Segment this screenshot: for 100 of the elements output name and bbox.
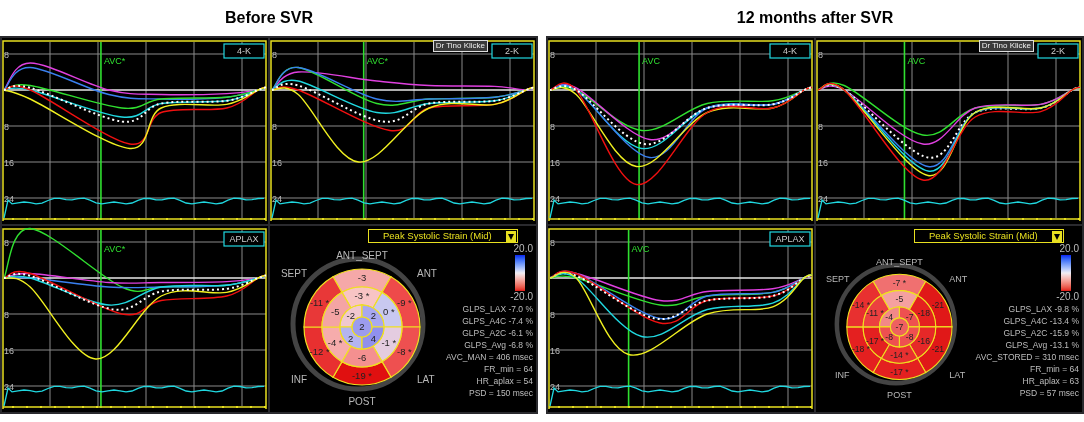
segment-value: 4	[370, 332, 376, 344]
segment-value: -7	[895, 322, 904, 333]
statistic-text: GLPS_LAX -7.0 %	[462, 303, 533, 315]
segment-value: -2	[346, 310, 355, 322]
avc-marker-label: AVC*	[103, 56, 126, 66]
statistic-text: PSD = 57 msec	[1019, 387, 1079, 399]
view-dropdown[interactable]: Peak Systolic Strain (Mid)	[368, 229, 518, 243]
segment-value: -18	[917, 308, 930, 318]
statistic-text: GLPS_Avg -6.8 %	[464, 339, 533, 351]
statistic-text: HR_aplax = 54	[476, 375, 533, 387]
segment-value: -5	[895, 293, 904, 304]
axis-tick-label: 8	[818, 122, 823, 132]
segment-value: 2	[348, 332, 354, 344]
statistic-text: FR_min = 64	[1030, 363, 1079, 375]
segment-value: 0 *	[383, 306, 395, 317]
segment-value: -17 *	[890, 366, 909, 377]
direction-label: INF	[835, 369, 850, 380]
segment-value: -12 *	[309, 346, 330, 357]
view-dropdown[interactable]: Peak Systolic Strain (Mid)	[914, 229, 1064, 243]
avc-marker-label: AVC	[642, 56, 660, 66]
statistic-text: GLPS_LAX -9.8 %	[1008, 303, 1079, 315]
avc-marker-label: AVC	[907, 56, 926, 66]
segment-value: -17 *	[866, 336, 885, 347]
statistic-text: GLPS_A2C -15.9 %	[1003, 327, 1079, 339]
axis-tick-label: 8	[4, 310, 9, 320]
avc-marker-label: AVC	[631, 244, 650, 254]
segment-value: -8 *	[397, 346, 412, 357]
segment-value: -9 *	[397, 297, 412, 308]
axis-tick-label: 16	[818, 158, 828, 168]
statistic-text: PSD = 150 msec	[469, 387, 533, 399]
statistic-text: GLPS_A2C -6.1 %	[462, 327, 533, 339]
axis-tick-label: 16	[272, 158, 282, 168]
panel-title: Before SVR	[224, 8, 314, 28]
segment-value: -1 *	[381, 337, 397, 348]
statistic-text: GLPS_Avg -13.1 %	[1005, 339, 1079, 351]
segment-value: -4 *	[327, 337, 343, 348]
operator-label: Dr Tino Klicke	[978, 40, 1034, 52]
segment-value: -21	[931, 299, 945, 310]
scale-max-label: 20.0	[513, 243, 533, 255]
axis-tick-label: 8	[4, 238, 9, 248]
view-badge: 4-K	[769, 43, 811, 59]
segment-value: -11 *	[309, 297, 330, 308]
axis-tick-label: 8	[550, 238, 555, 248]
statistic-text: GLPS_A4C -7.4 %	[462, 315, 533, 327]
scale-min-label: -20.0	[1056, 291, 1079, 303]
statistic-text: FR_min = 64	[484, 363, 533, 375]
segment-value: -11 *	[866, 308, 884, 318]
avc-marker-label: AVC*	[103, 244, 126, 254]
axis-tick-label: 8	[818, 50, 823, 60]
axis-tick-label: 8	[550, 122, 555, 132]
scale-min-label: -20.0	[510, 291, 533, 303]
view-badge: APLAX	[223, 231, 265, 247]
axis-tick-label: 8	[4, 50, 9, 60]
segment-value: 2	[370, 310, 376, 322]
statistic-text: AVC_MAN = 406 msec	[446, 351, 533, 363]
segment-value: -4	[885, 311, 893, 322]
statistic-text: AVC_STORED = 310 msec	[975, 351, 1079, 363]
scale-max-label: 20.0	[1059, 243, 1079, 255]
operator-label: Dr Tino Klicke	[432, 40, 488, 52]
segment-value: -18 *	[851, 344, 871, 355]
axis-tick-label: 8	[550, 50, 555, 60]
segment-value: -8	[885, 332, 893, 343]
statistic-text: GLPS_A4C -13.4 %	[1003, 315, 1079, 327]
direction-label: POST	[887, 389, 912, 400]
direction-label: LAT	[417, 374, 435, 385]
color-scale-bar	[1061, 255, 1071, 291]
axis-tick-label: 16	[4, 346, 14, 356]
segment-value: -8	[905, 332, 914, 343]
axis-tick-label: 16	[550, 346, 560, 356]
axis-tick-label: 8	[272, 50, 277, 60]
axis-tick-label: 16	[4, 158, 14, 168]
segment-value: -6	[357, 352, 367, 364]
segment-value: -3 *	[354, 290, 370, 302]
segment-value: -5	[331, 306, 340, 317]
axis-tick-label: 8	[4, 122, 9, 132]
direction-label: ANT	[417, 268, 437, 279]
view-badge: APLAX	[769, 231, 811, 247]
axis-tick-label: 8	[272, 122, 277, 132]
view-badge: 4-K	[223, 43, 265, 59]
axis-tick-label: 16	[550, 158, 560, 168]
direction-label: LAT	[949, 369, 966, 380]
segment-value: -21	[931, 344, 945, 355]
dropdown-arrow-icon	[506, 230, 516, 242]
segment-value: -3	[357, 272, 367, 284]
segment-value: -7 *	[892, 277, 907, 288]
segment-value: -14 *	[890, 350, 909, 361]
color-scale-bar	[515, 255, 525, 291]
segment-value: -19 *	[351, 370, 372, 382]
direction-label: INF	[290, 374, 307, 385]
direction-label: ANT_SEPT	[876, 257, 923, 268]
direction-label: ANT_SEPT	[336, 250, 388, 261]
segment-value: -14 *	[851, 299, 871, 310]
view-badge: 2-K	[491, 43, 533, 59]
direction-label: SEPT	[280, 268, 307, 279]
segment-value: -16	[917, 336, 930, 347]
avc-marker-label: AVC*	[366, 56, 389, 66]
segment-value: -7	[905, 311, 914, 322]
direction-label: POST	[348, 396, 376, 407]
dropdown-arrow-icon	[1052, 230, 1062, 242]
statistic-text: HR_aplax = 63	[1022, 375, 1079, 387]
